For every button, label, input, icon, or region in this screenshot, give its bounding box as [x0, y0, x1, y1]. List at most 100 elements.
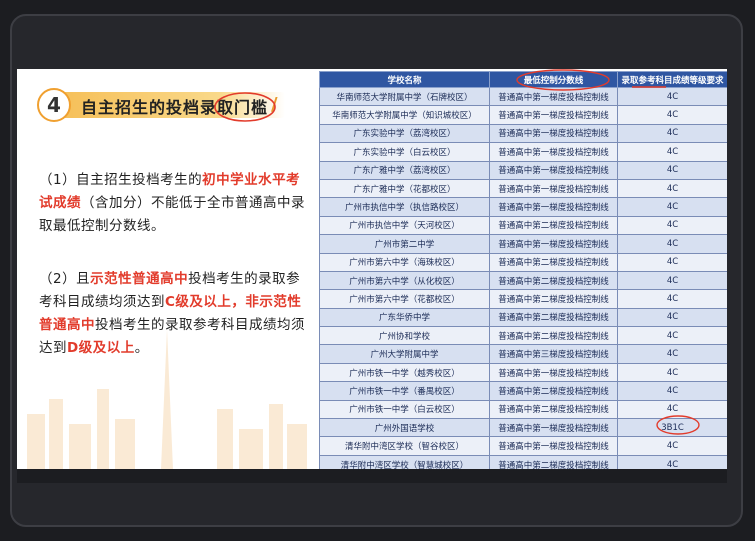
- cell-grade-requirement: 4C: [617, 289, 727, 309]
- paragraph-2-part4: 。: [134, 340, 149, 356]
- cell-grade-requirement: 4C: [617, 270, 727, 291]
- cell-min-score-line: 普通高中第二梯度投档控制线: [489, 454, 618, 469]
- column-header-min-score: 最低控制分数线: [489, 71, 618, 88]
- cell-grade-requirement: 4C: [617, 252, 727, 272]
- cell-grade-requirement: 4C: [617, 86, 727, 107]
- table-row: 广州市第二中学 普通高中第一梯度投档控制线 4C: [319, 234, 727, 254]
- cell-grade-requirement: 4C: [617, 215, 727, 236]
- column-header-grade-requirement: 录取参考科目成绩等级要求: [617, 71, 727, 88]
- cell-min-score-line: 普通高中第二梯度投档控制线: [489, 270, 618, 291]
- cell-school-name: 广州市执信中学（执信路校区）: [319, 197, 490, 217]
- cell-school-name: 广东实验中学（白云校区）: [319, 142, 490, 162]
- cell-grade-requirement: 4C: [617, 307, 727, 328]
- cell-grade-requirement: 4C: [617, 197, 727, 217]
- table-row: 广州大学附属中学 普通高中第三梯度投档控制线 4C: [319, 344, 727, 364]
- cell-grade-requirement: 4C: [617, 381, 727, 401]
- cell-min-score-line: 普通高中第一梯度投档控制线: [489, 160, 618, 180]
- column-header-school: 学校名称: [319, 71, 490, 88]
- cell-grade-requirement: 4C: [617, 142, 727, 162]
- table-header-row: 学校名称 最低控制分数线 录取参考科目成绩等级要求: [319, 71, 727, 88]
- school-table: 学校名称 最低控制分数线 录取参考科目成绩等级要求 华南师范大学附属中学（石牌校…: [319, 69, 727, 469]
- cell-min-score-line: 普通高中第二梯度投档控制线: [489, 252, 618, 272]
- cell-min-score-line: 普通高中第一梯度投档控制线: [489, 105, 618, 125]
- table-row: 广州市铁一中学（白云校区） 普通高中第二梯度投档控制线 4C: [319, 399, 727, 420]
- paragraph-1-prefix: （1）自主招生投档考生的: [39, 172, 203, 188]
- cell-min-score-line: 普通高中第二梯度投档控制线: [489, 289, 618, 309]
- section-number: 4: [37, 88, 71, 122]
- cell-grade-requirement: 4C: [617, 454, 727, 469]
- cell-min-score-line: 普通高中第二梯度投档控制线: [489, 326, 618, 346]
- bottom-bar: [17, 469, 727, 483]
- cell-school-name: 清华附中湾区学校（智慧城校区）: [319, 454, 490, 469]
- table-row: 清华附中湾区学校（智谷校区） 普通高中第一梯度投档控制线 4C: [319, 436, 727, 456]
- table-row: 广州市铁一中学（番禺校区） 普通高中第二梯度投档控制线 4C: [319, 381, 727, 401]
- table-row: 广东实验中学（白云校区） 普通高中第一梯度投档控制线 4C: [319, 142, 727, 162]
- cell-min-score-line: 普通高中第二梯度投档控制线: [489, 381, 618, 401]
- cell-min-score-line: 普通高中第二梯度投档控制线: [489, 307, 618, 328]
- paragraph-2-part1: （2）且: [39, 271, 91, 287]
- paragraph-2-hl1: 示范性普通高中: [90, 271, 189, 287]
- cell-min-score-line: 普通高中第二梯度投档控制线: [489, 215, 618, 236]
- table-row: 华南师范大学附属中学（石牌校区） 普通高中第一梯度投档控制线 4C: [319, 86, 727, 107]
- cell-school-name: 广州外国语学校: [319, 418, 490, 438]
- table-row: 广州市铁一中学（越秀校区） 普通高中第一梯度投档控制线 4C: [319, 362, 727, 383]
- slash-mark: /: [271, 94, 278, 115]
- cell-school-name: 广州市第六中学（从化校区）: [319, 270, 490, 291]
- paragraph-2: （2）且示范性普通高中投档考生的录取参考科目成绩均须达到C级及以上，非示范性普通…: [39, 268, 309, 360]
- cell-min-score-line: 普通高中第一梯度投档控制线: [489, 142, 618, 162]
- cell-school-name: 清华附中湾区学校（智谷校区）: [319, 436, 490, 456]
- cell-min-score-line: 普通高中第一梯度投档控制线: [489, 362, 618, 383]
- table-row: 广东广雅中学（花都校区） 普通高中第一梯度投档控制线 4C: [319, 178, 727, 199]
- cell-school-name: 广东广雅中学（花都校区）: [319, 178, 490, 199]
- cell-min-score-line: 普通高中第一梯度投档控制线: [489, 436, 618, 456]
- table-row: 广东实验中学（荔湾校区） 普通高中第一梯度投档控制线 4C: [319, 123, 727, 144]
- cell-min-score-line: 普通高中第三梯度投档控制线: [489, 344, 618, 364]
- cell-min-score-line: 普通高中第一梯度投档控制线: [489, 86, 618, 107]
- cell-grade-requirement: 4C: [617, 436, 727, 456]
- cell-school-name: 广州市第二中学: [319, 234, 490, 254]
- cell-grade-requirement: 4C: [617, 160, 727, 180]
- left-panel: 4 自主招生的投档录取门槛 / （1）自主招生投档考生的初中学业水平考试成绩（含…: [17, 69, 317, 469]
- table-row: 广东广雅中学（荔湾校区） 普通高中第一梯度投档控制线 4C: [319, 160, 727, 180]
- table-row: 清华附中湾区学校（智慧城校区） 普通高中第二梯度投档控制线 4C: [319, 454, 727, 469]
- cell-grade-requirement: 4C: [617, 399, 727, 420]
- cell-school-name: 广州市第六中学（花都校区）: [319, 289, 490, 309]
- cell-grade-requirement: 4C: [617, 344, 727, 364]
- cell-grade-requirement: 4C: [617, 326, 727, 346]
- paragraph-2-hl3: D级及以上: [67, 340, 135, 356]
- cell-min-score-line: 普通高中第一梯度投档控制线: [489, 418, 618, 438]
- cell-grade-requirement: 3B1C: [617, 418, 727, 438]
- table-row: 华南师范大学附属中学（知识城校区） 普通高中第一梯度投档控制线 4C: [319, 105, 727, 125]
- cell-school-name: 广州市铁一中学（越秀校区）: [319, 362, 490, 383]
- cell-school-name: 广州市铁一中学（番禺校区）: [319, 381, 490, 401]
- cell-school-name: 广东华侨中学: [319, 307, 490, 328]
- cell-min-score-line: 普通高中第二梯度投档控制线: [489, 399, 618, 420]
- table-row: 广州市第六中学（海珠校区） 普通高中第二梯度投档控制线 4C: [319, 252, 727, 272]
- paragraph-1: （1）自主招生投档考生的初中学业水平考试成绩（含加分）不能低于全市普通高中录取最…: [39, 169, 309, 238]
- table-row: 广州市第六中学（从化校区） 普通高中第二梯度投档控制线 4C: [319, 270, 727, 291]
- cell-min-score-line: 普通高中第一梯度投档控制线: [489, 197, 618, 217]
- cell-school-name: 广州市第六中学（海珠校区）: [319, 252, 490, 272]
- table-row: 广州市执信中学（执信路校区） 普通高中第一梯度投档控制线 4C: [319, 197, 727, 217]
- section-title: 自主招生的投档录取门槛: [81, 98, 269, 117]
- cell-grade-requirement: 4C: [617, 234, 727, 254]
- cell-school-name: 华南师范大学附属中学（知识城校区）: [319, 105, 490, 125]
- table-row: 广州外国语学校 普通高中第一梯度投档控制线 3B1C: [319, 418, 727, 438]
- cell-grade-requirement: 4C: [617, 105, 727, 125]
- cell-min-score-line: 普通高中第一梯度投档控制线: [489, 178, 618, 199]
- cell-min-score-line: 普通高中第一梯度投档控制线: [489, 234, 618, 254]
- cell-school-name: 广东实验中学（荔湾校区）: [319, 123, 490, 144]
- table-row: 广东华侨中学 普通高中第二梯度投档控制线 4C: [319, 307, 727, 328]
- cell-grade-requirement: 4C: [617, 123, 727, 144]
- cell-school-name: 广东广雅中学（荔湾校区）: [319, 160, 490, 180]
- slide: 4 自主招生的投档录取门槛 / （1）自主招生投档考生的初中学业水平考试成绩（含…: [17, 69, 727, 469]
- cell-school-name: 华南师范大学附属中学（石牌校区）: [319, 86, 490, 107]
- cell-school-name: 广州市铁一中学（白云校区）: [319, 399, 490, 420]
- cell-grade-requirement: 4C: [617, 178, 727, 199]
- table-row: 广州协和学校 普通高中第二梯度投档控制线 4C: [319, 326, 727, 346]
- cell-school-name: 广州协和学校: [319, 326, 490, 346]
- cell-school-name: 广州大学附属中学: [319, 344, 490, 364]
- cell-min-score-line: 普通高中第一梯度投档控制线: [489, 123, 618, 144]
- table-row: 广州市第六中学（花都校区） 普通高中第二梯度投档控制线 4C: [319, 289, 727, 309]
- cell-grade-requirement: 4C: [617, 362, 727, 383]
